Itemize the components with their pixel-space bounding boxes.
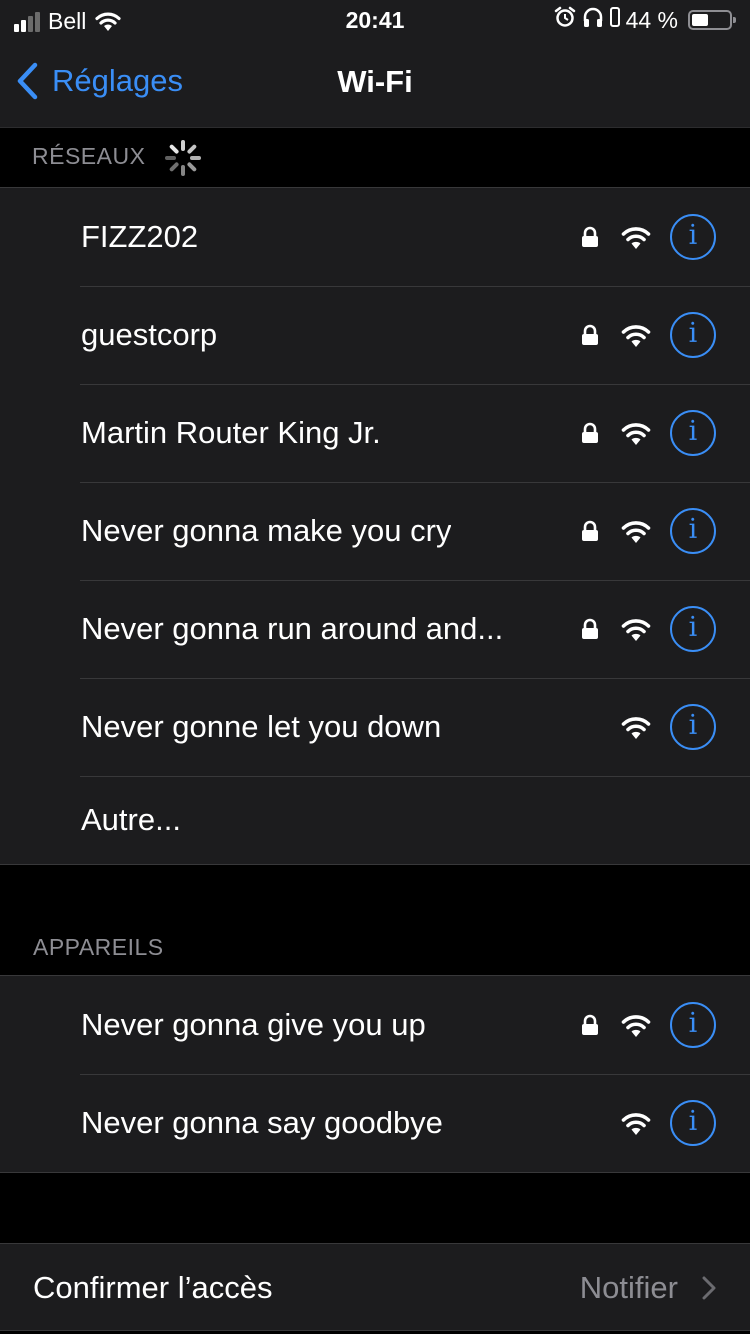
network-name: Martin Router King Jr. [81, 415, 381, 450]
lock-icon [581, 618, 599, 645]
network-name: FIZZ202 [81, 219, 199, 254]
network-name: Never gonna say goodbye [81, 1105, 443, 1140]
network-row[interactable]: Never gonne let you down i [0, 678, 750, 776]
battery-percentage: 44 % [625, 6, 678, 33]
battery-icon [688, 10, 736, 30]
network-name: Never gonna run around and... [81, 611, 504, 646]
wifi-strength-icon [620, 420, 652, 451]
wifi-strength-icon [620, 616, 652, 647]
portrait-lock-icon [609, 6, 620, 34]
network-name: Never gonna give you up [81, 1007, 426, 1042]
wifi-strength-icon [620, 714, 652, 745]
lock-icon [581, 422, 599, 449]
other-network-label: Autre... [81, 802, 181, 837]
info-button[interactable]: i [670, 1002, 716, 1048]
network-name: Never gonne let you down [81, 709, 442, 744]
wifi-strength-icon [620, 322, 652, 353]
chevron-right-icon [702, 1276, 716, 1305]
networks-list: FIZZ202 i guestcorp i Martin Router King Jr.… [0, 187, 750, 865]
network-row[interactable]: Never gonna run around and... i [0, 580, 750, 678]
info-button[interactable]: i [670, 508, 716, 554]
loading-spinner-icon [164, 139, 202, 183]
devices-list: Never gonna give you up i Never gonna say … [0, 975, 750, 1173]
network-name: Never gonna make you cry [81, 513, 452, 548]
lock-icon [581, 1014, 599, 1041]
network-row[interactable]: FIZZ202 i [0, 188, 750, 286]
wifi-strength-icon [620, 224, 652, 255]
wifi-strength-icon [620, 1012, 652, 1043]
lock-icon [581, 226, 599, 253]
headphones-icon [582, 6, 604, 34]
wifi-strength-icon [620, 518, 652, 549]
confirm-access-row[interactable]: Confirmer l’accès Notifier [0, 1243, 750, 1331]
devices-header-label: APPAREILS [33, 934, 164, 960]
info-button[interactable]: i [670, 214, 716, 260]
lock-icon [581, 324, 599, 351]
confirm-access-value: Notifier [579, 1270, 678, 1305]
navigation-bar: Réglages Wi-Fi [0, 40, 750, 128]
info-button[interactable]: i [670, 704, 716, 750]
network-row[interactable]: Never gonna make you cry i [0, 482, 750, 580]
network-name: guestcorp [81, 317, 218, 352]
alarm-icon [554, 6, 576, 34]
other-network-row[interactable]: Autre... [0, 776, 750, 864]
info-button[interactable]: i [670, 410, 716, 456]
network-row[interactable]: guestcorp i [0, 286, 750, 384]
network-row[interactable]: Martin Router King Jr. i [0, 384, 750, 482]
network-row[interactable]: Never gonna say goodbye i [0, 1074, 750, 1172]
info-button[interactable]: i [670, 1100, 716, 1146]
networks-header-label: RÉSEAUX [32, 143, 146, 169]
confirm-access-label: Confirmer l’accès [33, 1270, 273, 1305]
network-row[interactable]: Never gonna give you up i [0, 976, 750, 1074]
status-bar: Bell 20:41 44 % [0, 0, 750, 40]
lock-icon [581, 520, 599, 547]
wifi-strength-icon [620, 1110, 652, 1141]
info-button[interactable]: i [670, 606, 716, 652]
info-button[interactable]: i [670, 312, 716, 358]
page-title: Wi-Fi [337, 64, 413, 99]
